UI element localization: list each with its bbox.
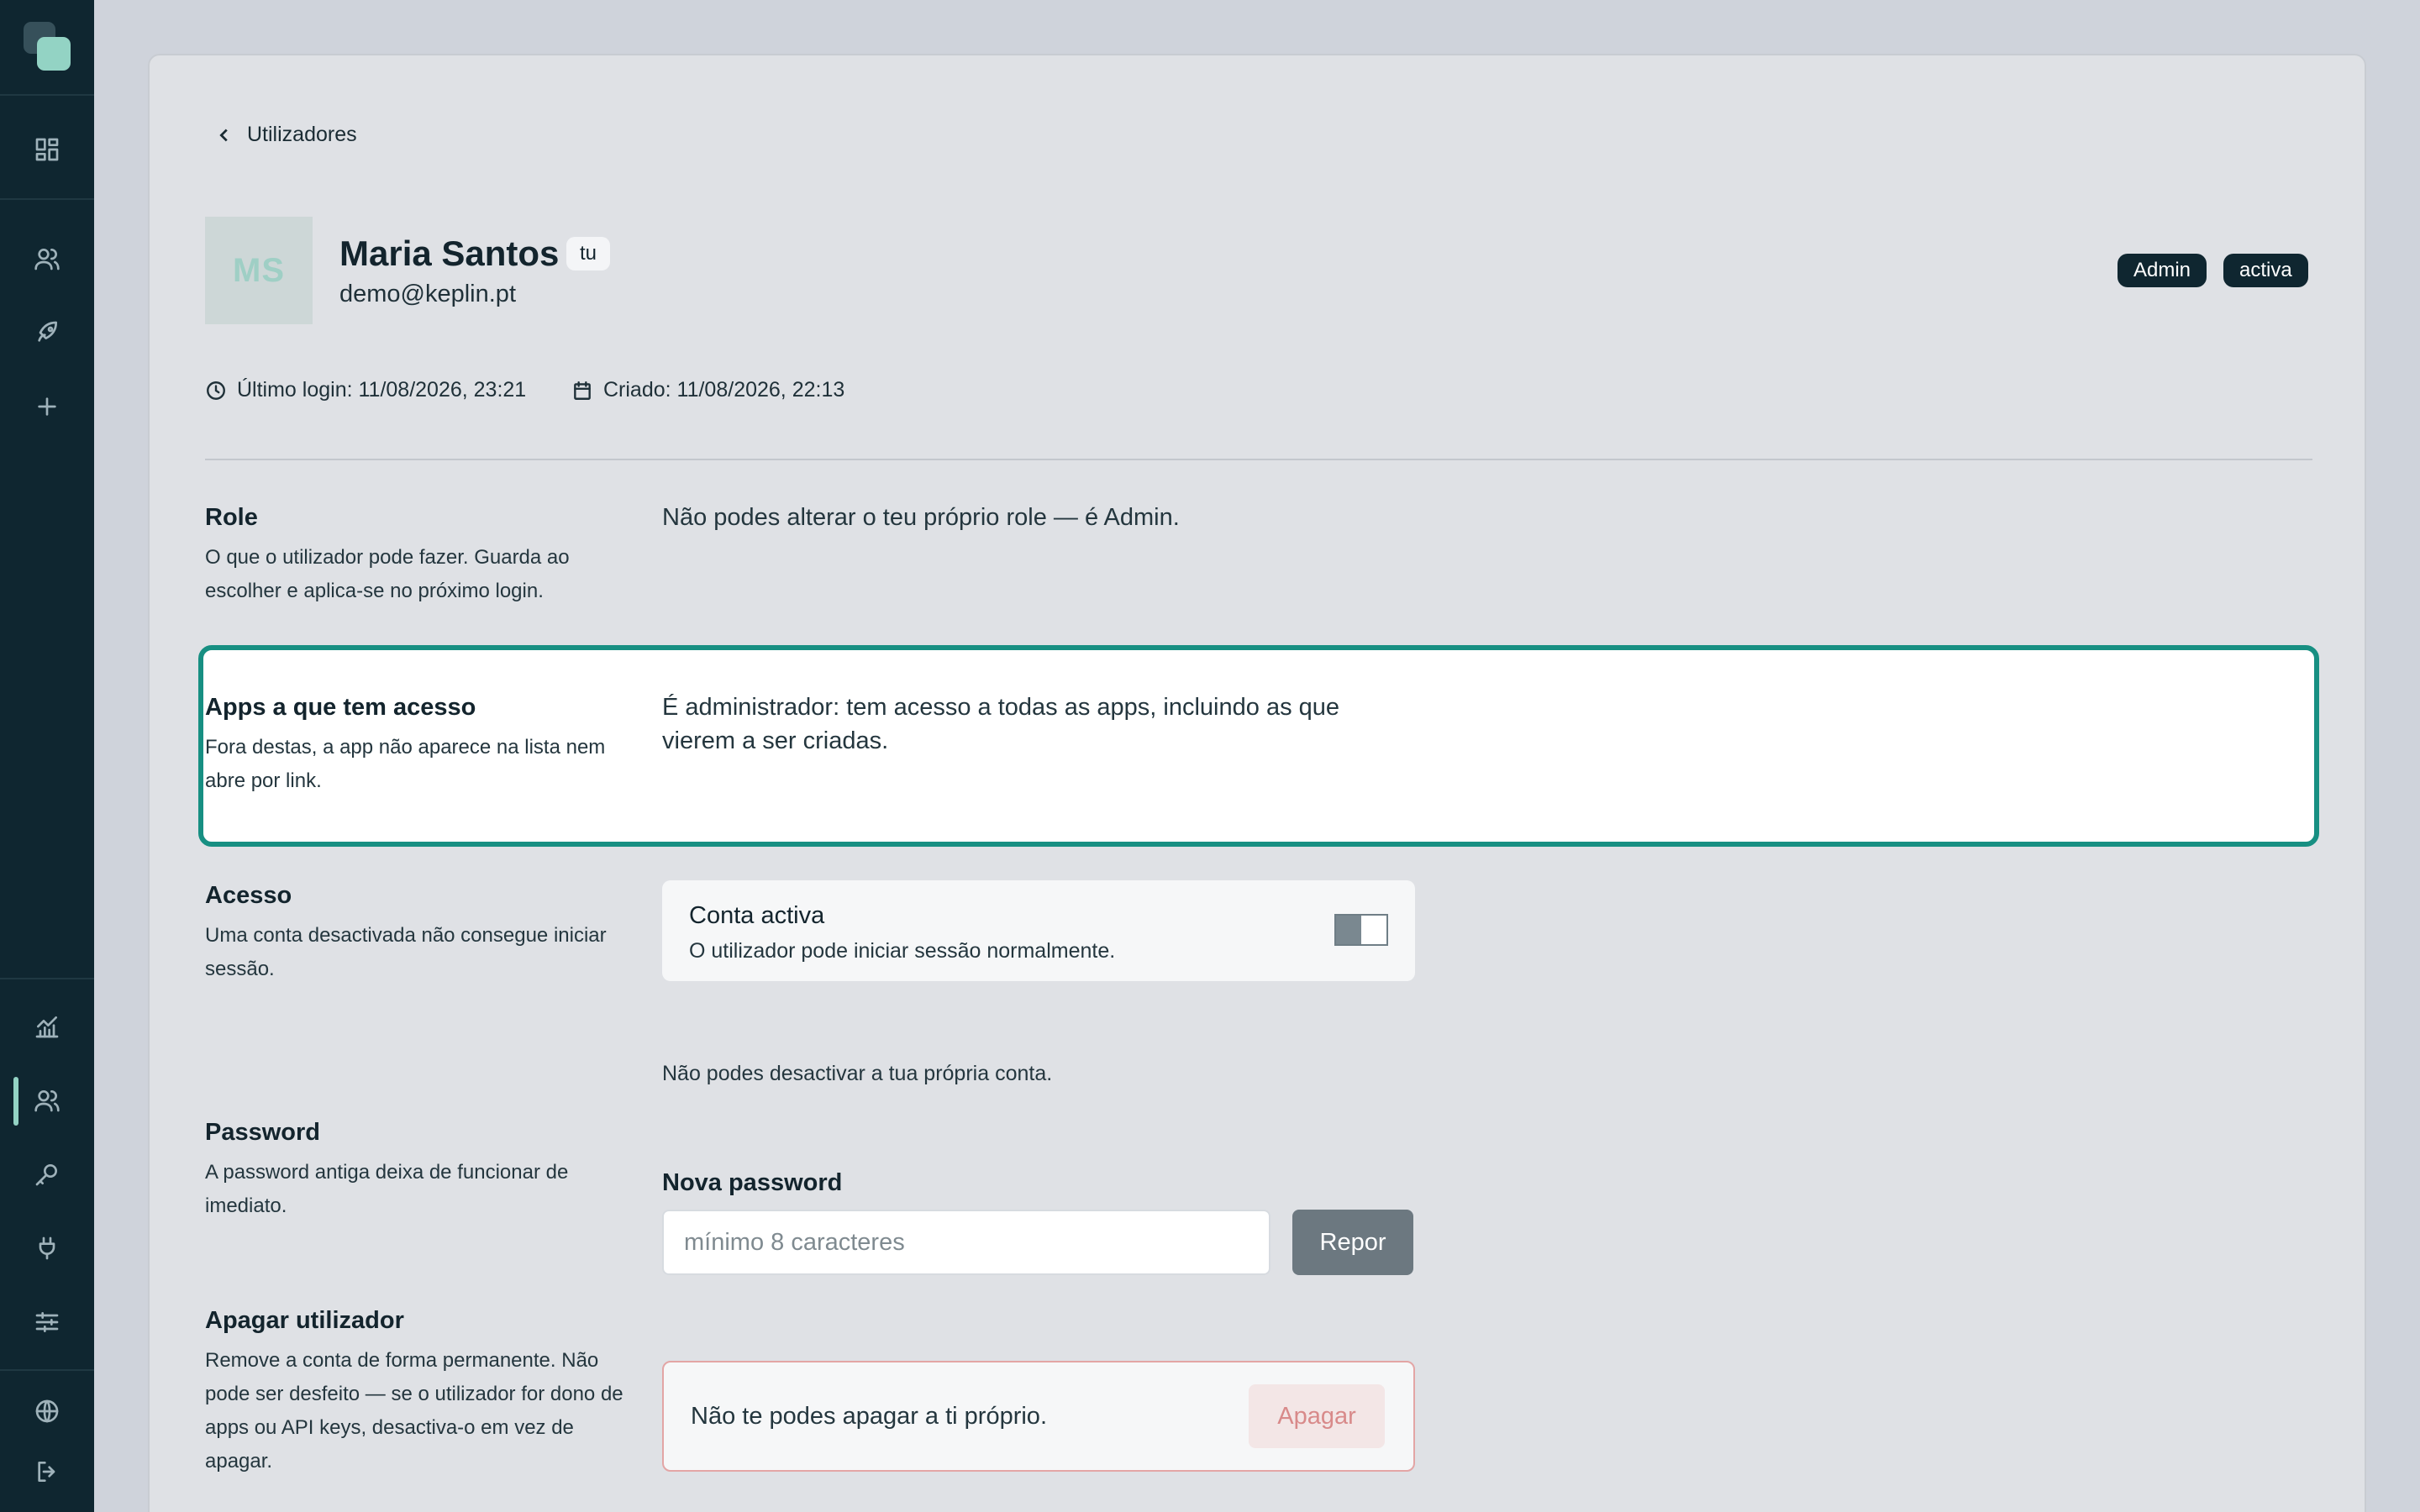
dashboard-icon[interactable] [25,128,69,171]
you-badge: tu [566,237,611,270]
sidebar-divider [0,978,94,979]
users-icon[interactable] [25,1079,69,1122]
role-section-content: Não podes alterar o teu próprio role — é… [662,504,1180,531]
sliders-icon[interactable] [25,1300,69,1344]
password-section-title: Password [205,1119,320,1146]
apps-section-description: Fora destas, a app não aparece na lista … [205,736,606,792]
delete-user-box: Não te podes apagar a ti próprio. Apagar [662,1361,1415,1472]
analytics-icon[interactable] [25,1005,69,1048]
sidebar [0,0,94,1512]
last-login-text: Último login: 11/08/2026, 23:21 [237,378,527,402]
reset-password-button[interactable]: Repor [1292,1210,1413,1275]
user-detail-card: Utilizadores MS Maria Santos tu demo@kep… [148,54,2366,1512]
delete-section-title: Apagar utilizador [205,1307,404,1334]
logout-icon[interactable] [25,1450,69,1494]
sidebar-divider [0,94,94,96]
new-password-input[interactable] [662,1210,1270,1275]
apps-section-content: É administrador: tem acesso a todas as a… [662,694,1340,754]
back-link-label: Utilizadores [247,123,357,146]
toggle-title: Conta activa [689,902,825,929]
active-indicator [13,1077,18,1126]
toggle-knob [1336,916,1361,944]
role-section-title: Role [205,504,258,531]
key-icon[interactable] [25,1152,69,1196]
back-link[interactable]: Utilizadores [215,123,357,147]
section-divider [205,459,2312,460]
access-section-title: Acesso [205,882,292,909]
toggle-subtitle: O utilizador pode iniciar sessão normalm… [689,939,1116,963]
sidebar-divider [0,1369,94,1371]
created-meta: Criado: 11/08/2026, 22:13 [571,378,844,402]
access-section-description: Uma conta desactivada não consegue inici… [205,924,607,980]
status-badge: activa [2223,254,2308,287]
calendar-icon [574,381,591,400]
logo-shape-front [37,37,71,71]
plug-icon[interactable] [25,1226,69,1270]
account-active-toggle[interactable] [1334,914,1388,946]
user-name: Maria Santos [339,234,560,273]
role-badge: Admin [2118,254,2207,287]
created-text: Criado: 11/08/2026, 22:13 [603,378,845,402]
users-icon[interactable] [25,237,69,281]
role-section-description: O que o utilizador pode fazer. Guarda ao… [205,546,570,602]
new-password-label: Nova password [662,1169,843,1196]
password-section-description: A password antiga deixa de funcionar de … [205,1161,569,1217]
rocket-icon[interactable] [25,311,69,354]
delete-section-description: Remove a conta de forma permanente. Não … [205,1349,623,1473]
globe-icon[interactable] [25,1389,69,1433]
delete-user-button[interactable]: Apagar [1249,1384,1385,1448]
app-logo[interactable] [24,22,71,71]
plus-icon[interactable] [25,385,69,428]
apps-section-title: Apps a que tem acesso [205,694,476,721]
clock-icon [207,381,225,400]
access-note: Não podes desactivar a tua própria conta… [662,1062,1053,1085]
sidebar-divider [0,198,94,200]
chevron-left-icon [219,129,228,141]
last-login-meta: Último login: 11/08/2026, 23:21 [205,378,526,402]
avatar: MS [205,217,313,324]
delete-message: Não te podes apagar a ti próprio. [691,1403,1047,1430]
account-active-toggle-row: Conta activa O utilizador pode iniciar s… [662,880,1415,981]
user-email: demo@keplin.pt [339,281,516,307]
